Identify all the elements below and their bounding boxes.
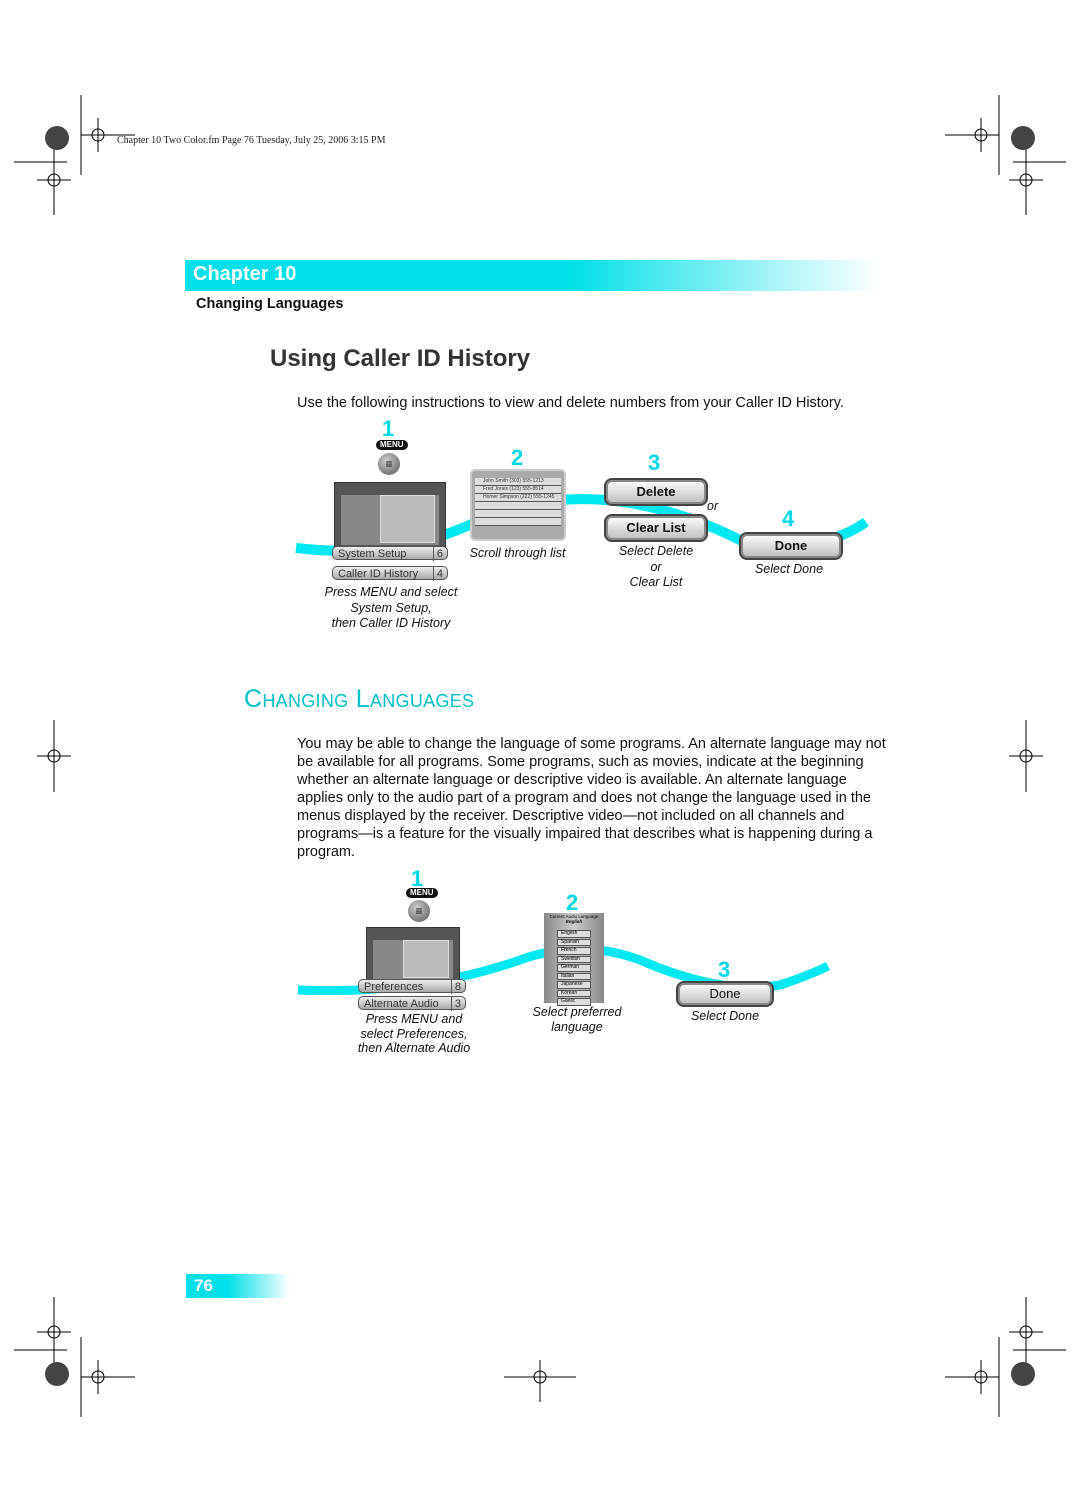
menu-item-preferences: Preferences 8 [358,979,466,994]
step-number: 4 [782,506,795,531]
step-number: 3 [648,450,661,475]
language-option[interactable]: French [557,947,591,955]
clear-list-button[interactable]: Clear List [604,514,708,542]
step-caption: Scroll through list [469,546,566,560]
step-number: 1 [382,416,395,441]
language-option[interactable]: English [557,930,591,938]
intro-paragraph: Use the following instructions to view a… [297,395,844,411]
language-option[interactable]: Spanish [557,938,591,946]
menu-item-caller-id-history: Caller ID History 4 [332,566,448,581]
menu-item-alternate-audio: Alternate Audio 3 [358,996,466,1011]
step-caption: Press MENU and select System Setup, then C… [324,585,458,630]
language-option[interactable]: Japanese [557,981,591,989]
section-title: Using Caller ID History [270,345,531,372]
menu-button-icon: ≡ [408,900,430,922]
language-option[interactable]: Italian [557,972,591,980]
body-paragraph: You may be able to change the language o… [297,736,886,860]
step-caption: Select Done [754,562,824,576]
menu-button-icon: ≡ [378,453,400,475]
tv-main-menu-screen [366,927,460,985]
chapter-label: Chapter 10 [193,263,297,285]
delete-button[interactable]: Delete [604,478,708,506]
language-option[interactable]: German [557,964,591,972]
menu-item-system-setup: System Setup 6 [332,546,448,561]
section-title: Changing Languages [244,685,475,713]
step-caption: Select Done [690,1009,760,1023]
language-option[interactable]: Swedish [557,955,591,963]
done-button[interactable]: Done [676,981,774,1007]
running-head: Chapter 10 Two Color.fm Page 76 Tuesday,… [117,135,386,146]
step-number: 2 [511,445,524,470]
caller-id-list-screen: John Smith (303) 555-1213 Fred Jones (123… [470,469,566,541]
chapter-banner: Chapter 10 [185,260,880,291]
page-number: 76 [194,1276,213,1295]
done-button[interactable]: Done [739,532,843,560]
menu-label: MENU [406,888,438,898]
tv-main-menu-screen [334,482,446,550]
step-number: 3 [718,957,731,982]
step-caption: Press MENU and select Preferences, then Al… [357,1012,471,1055]
step-caption: Select Delete or Clear List [618,544,694,589]
or-label: or [707,499,719,513]
language-select-screen: Current Audio Language English English S… [544,913,604,1006]
menu-label: MENU [376,440,408,450]
language-option[interactable]: Korean [557,989,591,997]
step-caption: Select preferred language [532,1005,622,1034]
chapter-subtitle: Changing Languages [196,296,344,312]
page-number-tab: 76 [186,1274,290,1298]
document-page: Chapter 10 Two Color.fm Page 76 Tuesday,… [0,0,1080,1512]
